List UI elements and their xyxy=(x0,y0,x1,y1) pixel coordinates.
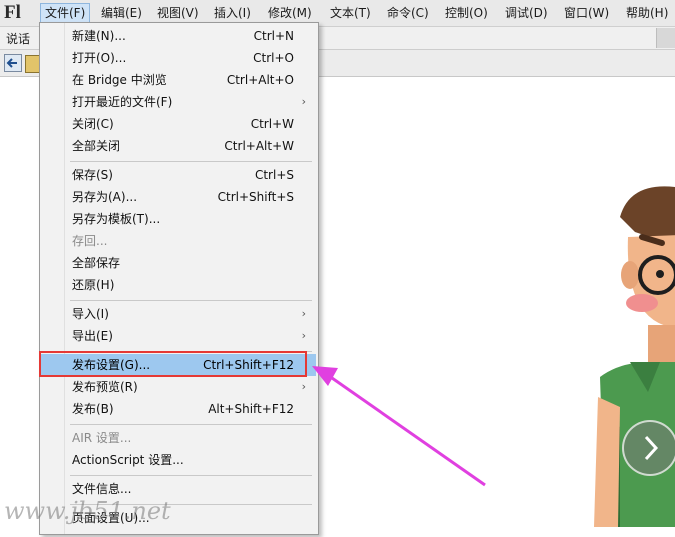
callout-arrow xyxy=(312,366,486,487)
watermark: www.jb51.net xyxy=(4,497,171,525)
